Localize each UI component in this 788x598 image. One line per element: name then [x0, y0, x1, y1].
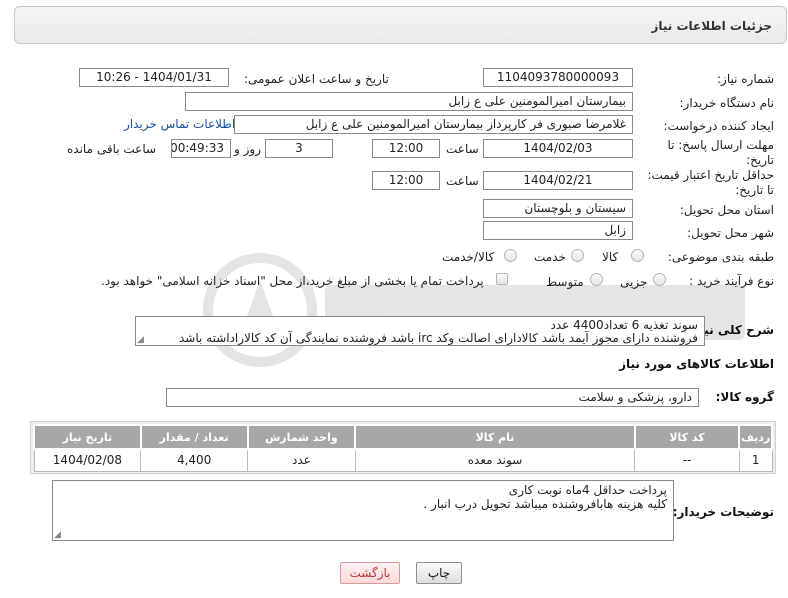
col-qty: تعداد / مقدار	[139, 424, 249, 450]
deadline-time-field: 12:00	[372, 139, 440, 158]
city-field: زابل	[483, 221, 633, 240]
goods-table: ردیف کد کالا نام کالا واحد شمارش تعداد /…	[33, 424, 773, 472]
notes-resize-handle-icon[interactable]: ◢	[54, 530, 61, 540]
creator-label: ایجاد کننده درخواست:	[663, 119, 774, 133]
buyer-org-field: بیمارستان امیرالمومنین علی ع زابل	[185, 92, 633, 111]
deadline-time-label: ساعت	[446, 142, 479, 156]
process-minor-radio[interactable]	[653, 273, 666, 286]
buyer-notes-label: توضیحات خریدار:	[672, 505, 774, 519]
description-textarea: سوند تغذیه 6 تعداد4400 عدد فروشنده دارای…	[135, 316, 705, 346]
need-number-field: 1104093780000093	[483, 68, 633, 87]
buyer-notes-textarea: پرداخت حداقل 4ماه نوبت کاری کلیه هزینه ه…	[52, 480, 674, 541]
cell-qty: 4,400	[140, 448, 249, 472]
col-date: تاریخ نیاز	[33, 424, 142, 450]
cell-row: 1	[738, 448, 773, 472]
goods-group-label: گروه کالا:	[715, 390, 774, 404]
process-medium-radio[interactable]	[590, 273, 603, 286]
announce-field: 1404/01/31 - 10:26	[79, 68, 229, 87]
process-minor-label: جزیی	[620, 275, 648, 289]
col-unit: واحد شمارش	[246, 424, 357, 450]
resize-handle-icon[interactable]: ◢	[137, 335, 144, 345]
process-type-label: نوع فرآیند خرید :	[689, 274, 774, 288]
watermark-logo	[203, 253, 745, 367]
col-code: کد کالا	[633, 424, 741, 450]
city-label: شهر محل تحویل:	[687, 226, 774, 240]
table-row: 1 -- سوند معده عدد 4,400 1404/02/08	[33, 448, 773, 472]
treasury-payment-checkbox[interactable]	[496, 273, 508, 285]
goods-group-field: دارو، پزشکی و سلامت	[166, 388, 699, 407]
validity-date-field: 1404/02/21	[483, 171, 633, 190]
validity-label: حداقل تاریخ اعتبار قیمت:	[647, 168, 774, 182]
days-field: 3	[265, 139, 333, 158]
category-service-label: خدمت	[534, 250, 566, 264]
page-title: جزئیات اطلاعات نیاز	[651, 19, 772, 33]
need-number-label: شماره نیاز:	[717, 72, 774, 86]
announce-label: تاریخ و ساعت اعلان عمومی:	[244, 72, 389, 86]
goods-section-title: اطلاعات کالاهای مورد نیاز	[619, 357, 774, 371]
category-goods-radio[interactable]	[631, 249, 644, 262]
print-button[interactable]: چاپ	[416, 562, 462, 584]
cell-code: --	[634, 448, 740, 472]
contact-info-link[interactable]: اطلاعات تماس خریدار	[124, 117, 235, 131]
deadline-date-field: 1404/02/03	[483, 139, 633, 158]
col-name: نام کالا	[354, 424, 636, 450]
page-header: جزئیات اطلاعات نیاز	[14, 6, 787, 44]
buyer-notes-line-1: پرداخت حداقل 4ماه نوبت کاری	[508, 483, 667, 497]
days-label: روز و	[234, 142, 261, 156]
category-goods-service-label: کالا/خدمت	[442, 250, 495, 264]
buyer-notes-line-2: کلیه هزینه هابافروشنده میباشد تحویل درب …	[423, 497, 667, 511]
col-row: ردیف	[738, 424, 773, 450]
category-goods-service-radio[interactable]	[504, 249, 517, 262]
treasury-payment-note: پرداخت تمام یا بخشی از مبلغ خرید،از محل …	[101, 274, 484, 288]
category-goods-label: کالا	[602, 250, 619, 264]
back-button[interactable]: بازگشت	[340, 562, 400, 584]
cell-unit: عدد	[247, 448, 356, 472]
cell-name: سوند معده	[354, 448, 636, 472]
deadline-label: مهلت ارسال پاسخ: تا	[667, 138, 774, 152]
cell-date: 1404/02/08	[33, 448, 142, 472]
deadline-label-date: تاریخ:	[746, 153, 774, 167]
validity-time-field: 12:00	[372, 171, 440, 190]
creator-field: غلامرضا صبوری فر کارپرداز بیمارستان امیر…	[234, 115, 633, 134]
validity-label-date: تا تاریخ:	[735, 183, 774, 197]
category-label: طبقه بندی موضوعی:	[667, 250, 774, 264]
description-line-2: فروشنده دارای مجوز آیمد باشد کالادارای ا…	[178, 331, 698, 345]
province-label: استان محل تحویل:	[679, 203, 774, 217]
validity-time-label: ساعت	[446, 174, 479, 188]
buyer-org-label: نام دستگاه خریدار:	[679, 96, 775, 110]
process-medium-label: متوسط	[546, 275, 584, 289]
category-service-radio[interactable]	[571, 249, 584, 262]
remaining-label: ساعت باقی مانده	[67, 142, 157, 156]
remaining-time-field: 00:49:33	[171, 139, 231, 158]
province-field: سیستان و بلوچستان	[483, 199, 633, 218]
